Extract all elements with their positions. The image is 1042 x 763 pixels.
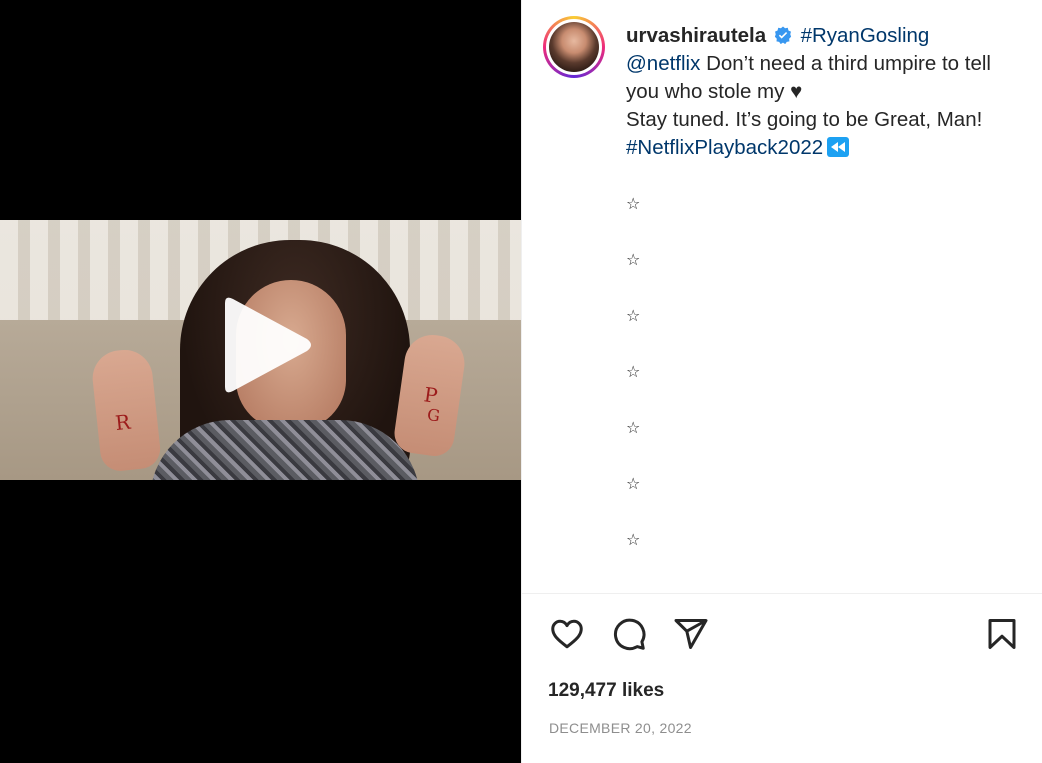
hashtag-netflixplayback2022[interactable]: #NetflixPlayback2022 (626, 136, 823, 159)
hand-letter-p: P (422, 382, 440, 408)
mention-netflix[interactable]: @netflix (626, 52, 700, 75)
likes-count[interactable]: 129,477 likes (548, 680, 664, 702)
post-caption: urvashirautela #RyanGosling @netflix Don… (626, 22, 1016, 162)
star-line: ☆ (626, 530, 641, 549)
heart-icon[interactable] (549, 616, 585, 652)
avatar[interactable] (543, 16, 605, 78)
divider (522, 593, 1042, 594)
username-link[interactable]: urvashirautela (626, 24, 766, 47)
hashtag-ryangosling[interactable]: #RyanGosling (801, 24, 930, 47)
comment-icon[interactable] (611, 616, 647, 652)
share-icon[interactable] (673, 616, 709, 652)
caption-stars: ☆ ☆ ☆ ☆ ☆ ☆ ☆ (626, 190, 640, 582)
hand-letter-r: R (114, 409, 132, 436)
star-line: ☆ (626, 362, 641, 381)
avatar-image (549, 22, 599, 72)
star-line: ☆ (626, 250, 641, 269)
post-media[interactable]: R P G (0, 0, 521, 763)
verified-badge-icon (774, 26, 791, 44)
heart-emoji: ♥ (790, 80, 803, 103)
play-icon[interactable] (215, 295, 315, 395)
star-line: ☆ (626, 306, 641, 325)
bookmark-icon[interactable] (984, 616, 1020, 652)
caption-text-2: Stay tuned. It’s going to be Great, Man! (626, 108, 983, 131)
post-info-panel: urvashirautela #RyanGosling @netflix Don… (521, 0, 1042, 763)
star-line: ☆ (626, 418, 641, 437)
rewind-emoji-icon (827, 137, 850, 157)
post-date[interactable]: DECEMBER 20, 2022 (549, 720, 692, 736)
hand-letter-g: G (425, 404, 442, 426)
star-line: ☆ (626, 474, 641, 493)
star-line: ☆ (626, 194, 641, 213)
